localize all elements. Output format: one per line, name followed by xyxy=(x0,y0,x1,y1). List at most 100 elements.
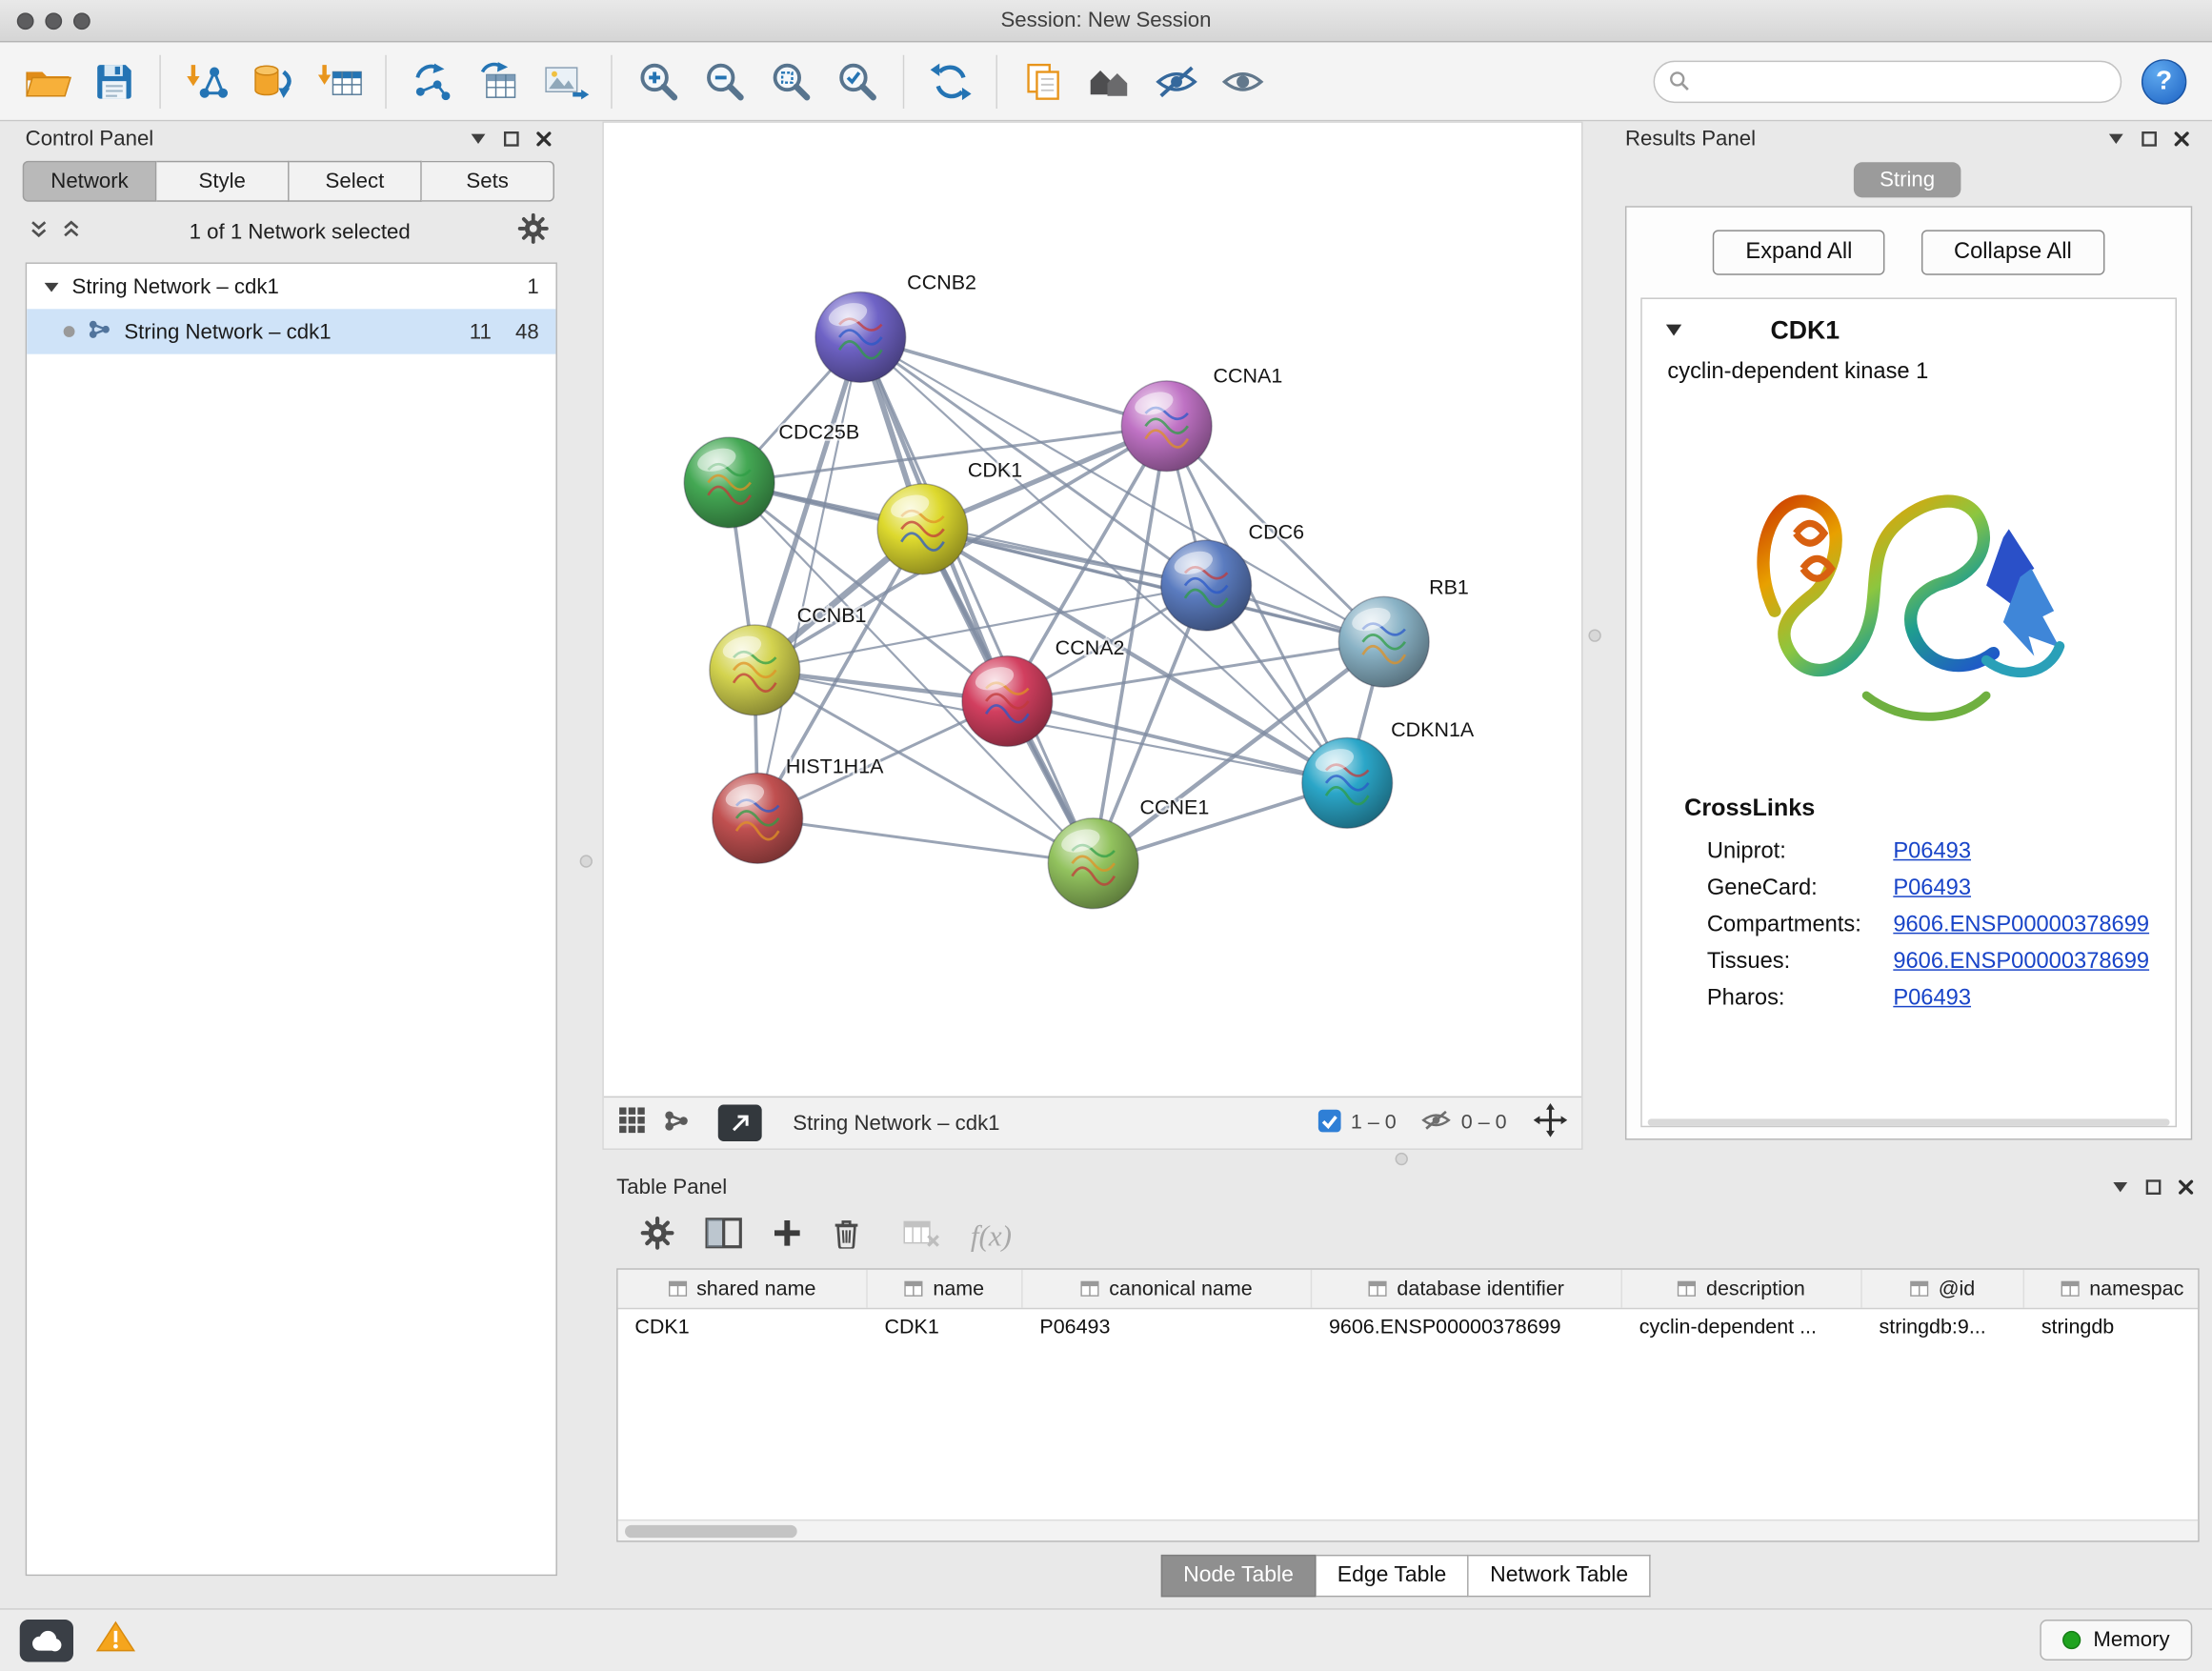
hide-graphics-details-button[interactable] xyxy=(1143,50,1210,112)
crosslink-link-uniprot[interactable]: P06493 xyxy=(1893,839,1971,865)
tab-select[interactable]: Select xyxy=(290,161,422,202)
tab-network[interactable]: Network xyxy=(23,161,157,202)
network-row[interactable]: String Network – cdk1 11 48 xyxy=(27,309,555,353)
crosslink-link-genecard[interactable]: P06493 xyxy=(1893,876,1971,902)
network-node-ccne1[interactable] xyxy=(1048,818,1138,909)
table-tab-node-table[interactable]: Node Table xyxy=(1160,1555,1316,1597)
birdseye-grid-icon[interactable] xyxy=(618,1106,647,1140)
new-network-from-selection-button[interactable] xyxy=(399,50,466,112)
right-splitter-handle[interactable] xyxy=(1588,629,1600,641)
select-columns-icon[interactable] xyxy=(705,1217,742,1255)
minimize-window-button[interactable] xyxy=(45,12,62,30)
search-input[interactable] xyxy=(1699,70,2106,92)
network-edge[interactable] xyxy=(757,337,860,818)
memory-button[interactable]: Memory xyxy=(2040,1620,2192,1661)
left-splitter-handle[interactable] xyxy=(580,855,593,867)
close-panel-icon[interactable] xyxy=(2174,131,2189,146)
zoom-out-button[interactable] xyxy=(692,50,758,112)
table-settings-gear-icon[interactable] xyxy=(640,1216,674,1257)
network-node-hist1h1a[interactable] xyxy=(713,774,803,864)
network-node-cdkn1a[interactable] xyxy=(1302,737,1393,828)
crosslink-link-pharos[interactable]: P06493 xyxy=(1893,986,1971,1012)
open-in-new-window-button[interactable] xyxy=(718,1105,762,1142)
expand-all-button[interactable]: Expand All xyxy=(1713,230,1884,274)
export-image-button[interactable] xyxy=(532,50,598,112)
float-panel-icon[interactable] xyxy=(2112,1179,2129,1194)
network-node-cdc25b[interactable] xyxy=(684,437,774,528)
float-panel-icon[interactable] xyxy=(470,131,487,146)
collapse-all-button[interactable]: Collapse All xyxy=(1921,230,2104,274)
column-header-namespac[interactable]: namespac xyxy=(2024,1270,2198,1308)
network-node-ccnb2[interactable] xyxy=(815,292,906,383)
import-network-from-database-button[interactable] xyxy=(240,50,307,112)
column-header-name[interactable]: name xyxy=(868,1270,1023,1308)
network-node-ccnb1[interactable] xyxy=(710,625,800,715)
hidden-eye-slash-icon[interactable] xyxy=(1420,1109,1452,1137)
help-button[interactable]: ? xyxy=(2142,58,2186,103)
network-node-cdk1[interactable] xyxy=(877,484,968,574)
horizontal-splitter-handle[interactable] xyxy=(1396,1153,1408,1165)
import-network-from-file-button[interactable] xyxy=(173,50,240,112)
close-panel-icon[interactable] xyxy=(2178,1178,2193,1194)
hidden-node-edge-count: 0 – 0 xyxy=(1461,1112,1507,1135)
maximize-panel-icon[interactable] xyxy=(504,131,519,146)
collapse-all-networks-icon[interactable] xyxy=(29,218,50,247)
scrollbar-thumb[interactable] xyxy=(625,1524,797,1537)
zoom-fit-button[interactable] xyxy=(757,50,824,112)
crosslink-link-tissues[interactable]: 9606.ENSP00000378699 xyxy=(1893,950,2149,976)
close-panel-icon[interactable] xyxy=(536,131,552,146)
clone-network-button[interactable] xyxy=(466,50,533,112)
network-node-ccna2[interactable] xyxy=(962,656,1053,747)
expand-all-networks-icon[interactable] xyxy=(61,218,82,247)
network-collection-row[interactable]: String Network – cdk1 1 xyxy=(27,264,555,309)
cloud-button[interactable] xyxy=(20,1619,73,1661)
column-header-canonical-name[interactable]: canonical name xyxy=(1023,1270,1313,1308)
share-network-icon[interactable] xyxy=(663,1108,690,1137)
apply-layout-button[interactable] xyxy=(917,50,984,112)
tab-string[interactable]: String xyxy=(1854,162,1960,197)
table-cell: stringdb xyxy=(2024,1309,2198,1348)
tree-caret-icon[interactable] xyxy=(44,274,59,298)
maximize-panel-icon[interactable] xyxy=(2145,1178,2161,1194)
network-edge[interactable] xyxy=(860,337,1093,863)
network-node-rb1[interactable] xyxy=(1338,596,1429,687)
network-canvas[interactable]: CCNB2CCNA1CDC25BCDK1CDC6RB1CCNB1CCNA2CDK… xyxy=(604,123,1581,1097)
column-header-id[interactable]: @id xyxy=(1862,1270,2024,1308)
crosslink-link-compartments[interactable]: 9606.ENSP00000378699 xyxy=(1893,913,2149,938)
table-row[interactable]: CDK1CDK1P064939606.ENSP00000378699cyclin… xyxy=(618,1309,2199,1348)
network-options-gear-icon[interactable] xyxy=(517,213,549,252)
table-horizontal-scrollbar[interactable] xyxy=(618,1520,2199,1540)
table-tab-edge-table[interactable]: Edge Table xyxy=(1317,1555,1469,1597)
table-tab-network-table[interactable]: Network Table xyxy=(1469,1555,1651,1597)
add-column-icon[interactable] xyxy=(774,1218,802,1254)
selected-checkbox-icon[interactable] xyxy=(1317,1108,1340,1137)
open-session-button[interactable] xyxy=(14,50,81,112)
warning-button[interactable] xyxy=(96,1620,135,1661)
zoom-in-button[interactable] xyxy=(625,50,692,112)
network-edge[interactable] xyxy=(860,337,1166,426)
collapse-caret-icon[interactable] xyxy=(1664,318,1682,344)
close-window-button[interactable] xyxy=(17,12,34,30)
protein-section-header[interactable]: CDK1 xyxy=(1642,299,2176,357)
zoom-selected-button[interactable] xyxy=(824,50,891,112)
save-session-button[interactable] xyxy=(80,50,147,112)
zoom-window-button[interactable] xyxy=(73,12,90,30)
import-table-from-file-button[interactable] xyxy=(306,50,372,112)
tab-sets[interactable]: Sets xyxy=(422,161,554,202)
float-panel-icon[interactable] xyxy=(2107,131,2124,146)
tab-style[interactable]: Style xyxy=(156,161,289,202)
node-label-ccnb1: CCNB1 xyxy=(797,604,867,627)
show-graphics-details-button[interactable] xyxy=(1209,50,1276,112)
column-header-shared-name[interactable]: shared name xyxy=(618,1270,868,1308)
copy-document-button[interactable] xyxy=(1010,50,1076,112)
results-scrollbar[interactable] xyxy=(1648,1118,2170,1125)
network-node-cdc6[interactable] xyxy=(1161,540,1252,631)
network-edge[interactable] xyxy=(757,818,1093,863)
column-header-database-identifier[interactable]: database identifier xyxy=(1312,1270,1622,1308)
network-node-ccna1[interactable] xyxy=(1121,381,1212,472)
home-overview-button[interactable] xyxy=(1076,50,1143,112)
delete-column-trash-icon[interactable] xyxy=(833,1217,861,1255)
maximize-panel-icon[interactable] xyxy=(2142,131,2157,146)
pan-crosshair-icon[interactable] xyxy=(1534,1103,1568,1142)
column-header-description[interactable]: description xyxy=(1622,1270,1862,1308)
